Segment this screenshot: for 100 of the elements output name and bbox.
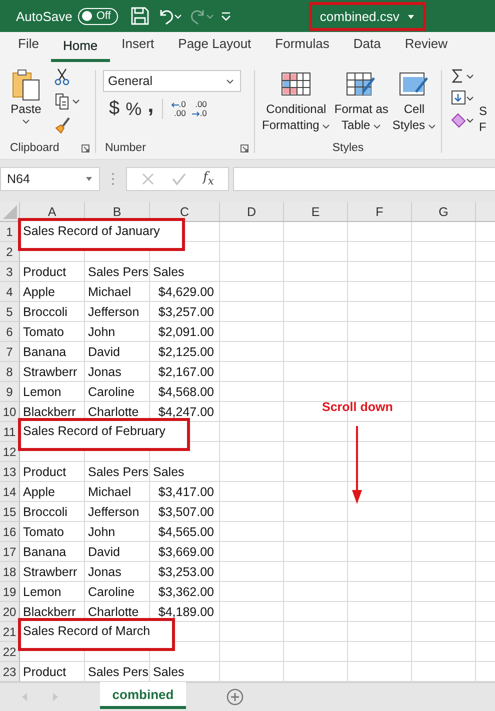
number-format-button[interactable]: ,	[148, 92, 154, 118]
decimal-button[interactable]: .0 .00	[170, 100, 186, 118]
row-number[interactable]: 11	[0, 422, 20, 442]
file-name[interactable]: combined.csv	[312, 4, 423, 28]
number-format-button[interactable]: $	[109, 98, 120, 120]
row-number[interactable]: 9	[0, 382, 20, 402]
row-number[interactable]: 2	[0, 242, 20, 262]
decimal-button[interactable]: .00 .0	[192, 100, 207, 118]
group-label: Styles	[332, 142, 364, 154]
table-cell: $3,253.00	[158, 565, 214, 579]
row-number[interactable]: 21	[0, 622, 20, 642]
table-cell: Charlotte	[88, 605, 139, 619]
table-cell: Caroline	[88, 585, 135, 599]
scissors-icon[interactable]	[54, 68, 70, 86]
row-number[interactable]: 4	[0, 282, 20, 302]
row-number[interactable]: 5	[0, 302, 20, 322]
row-number[interactable]: 22	[0, 642, 20, 662]
row-number[interactable]: 13	[0, 462, 20, 482]
styles-button[interactable]: Cell Styles	[392, 66, 436, 137]
eraser-icon[interactable]	[451, 112, 475, 128]
styles-button[interactable]: Conditional Formatting	[262, 66, 330, 137]
table-cell: Tomato	[23, 525, 64, 539]
ribbon-tab[interactable]: Formulas	[263, 32, 342, 62]
row-number[interactable]: 19	[0, 582, 20, 602]
save-icon[interactable]	[130, 6, 150, 26]
autosave-label: AutoSave	[16, 8, 72, 24]
styles-button[interactable]: Format as Table	[334, 66, 388, 137]
row-number[interactable]: 1	[0, 222, 20, 242]
dialog-launcher-icon[interactable]	[240, 144, 249, 152]
table-cell: Sales Pers	[88, 465, 148, 479]
table-cell: Product	[23, 265, 66, 279]
row-number[interactable]: 20	[0, 602, 20, 622]
table-cell: David	[88, 545, 120, 559]
autosave-toggle[interactable]: Off	[78, 8, 118, 24]
formula-input[interactable]	[232, 167, 495, 191]
row-number[interactable]: 16	[0, 522, 20, 542]
table-cell: Strawberr	[23, 365, 78, 379]
row-number[interactable]: 23	[0, 662, 20, 682]
ribbon-tab[interactable]: Home	[50, 32, 110, 62]
caret-icon	[373, 124, 382, 129]
table-cell: Apple	[23, 485, 55, 499]
table-cell: $4,568.00	[158, 385, 214, 399]
row-number[interactable]: 14	[0, 482, 20, 502]
row-number[interactable]: 3	[0, 262, 20, 282]
sort-filter-label[interactable]: F	[479, 120, 488, 134]
add-sheet-icon[interactable]	[226, 688, 244, 706]
table-cell: Tomato	[23, 325, 64, 339]
table-cell: $3,257.00	[158, 305, 214, 319]
right-arrow-icon	[192, 110, 200, 116]
paintbrush-icon[interactable]	[54, 116, 72, 134]
table-cell: $3,669.00	[158, 545, 214, 559]
section-title: Sales Record of January	[21, 221, 182, 248]
ribbon-tab[interactable]: Review	[392, 32, 460, 62]
table-cell: Sales Pers	[88, 665, 148, 679]
ribbon-tab[interactable]: File	[6, 32, 51, 62]
table-cell: Jonas	[88, 365, 122, 379]
row-number[interactable]: 6	[0, 322, 20, 342]
name-box[interactable]: N64	[0, 167, 100, 191]
caret-icon	[322, 124, 330, 129]
number-format-button[interactable]: %	[126, 98, 142, 120]
caret-icon	[85, 176, 93, 182]
fill-icon[interactable]	[451, 90, 475, 106]
paste-button[interactable]: Paste	[8, 66, 44, 137]
row-number[interactable]: 17	[0, 542, 20, 562]
table-cell: Product	[23, 665, 66, 679]
row-number[interactable]: 10	[0, 402, 20, 422]
column-header[interactable]: D	[220, 202, 284, 221]
dialog-launcher-icon[interactable]	[81, 144, 90, 152]
row-number[interactable]: 18	[0, 562, 20, 582]
ribbon-tab[interactable]: Page Layout	[166, 32, 264, 62]
table-cell: Sales	[153, 665, 184, 679]
ribbon-tab[interactable]: Insert	[110, 32, 166, 62]
ribbon-tab[interactable]: Data	[341, 32, 393, 62]
row-number[interactable]: 15	[0, 502, 20, 522]
drag-handle-icon[interactable]	[110, 171, 116, 187]
column-header[interactable]: F	[348, 202, 412, 221]
table-cell: $4,565.00	[158, 525, 214, 539]
row-number[interactable]: 7	[0, 342, 20, 362]
column-header[interactable]: E	[284, 202, 348, 221]
table-cell: John	[88, 325, 116, 339]
table-cell: Banana	[23, 545, 66, 559]
copy-icon[interactable]	[54, 92, 80, 110]
column-header[interactable]: G	[412, 202, 476, 221]
number-format-dropdown[interactable]: General	[103, 70, 241, 92]
row-number[interactable]: 12	[0, 442, 20, 462]
clipboard-icon	[11, 68, 41, 102]
table-cell: $2,167.00	[158, 365, 214, 379]
table-cell: Apple	[23, 285, 55, 299]
sheet-tab[interactable]: combined	[100, 682, 186, 709]
table-brush-icon	[346, 72, 376, 96]
sort-filter-label[interactable]: S	[479, 104, 488, 118]
caret-icon	[428, 124, 436, 129]
insert-function-button[interactable]: f$_{x}$	[203, 170, 214, 188]
sum-icon[interactable]	[451, 68, 475, 84]
table-cell: Lemon	[23, 385, 62, 399]
table-cell: $2,125.00	[158, 345, 214, 359]
row-number[interactable]: 8	[0, 362, 20, 382]
annotation-text: Scroll down	[322, 400, 393, 414]
check-icon[interactable]	[171, 172, 187, 186]
group-label: Number	[105, 142, 146, 154]
